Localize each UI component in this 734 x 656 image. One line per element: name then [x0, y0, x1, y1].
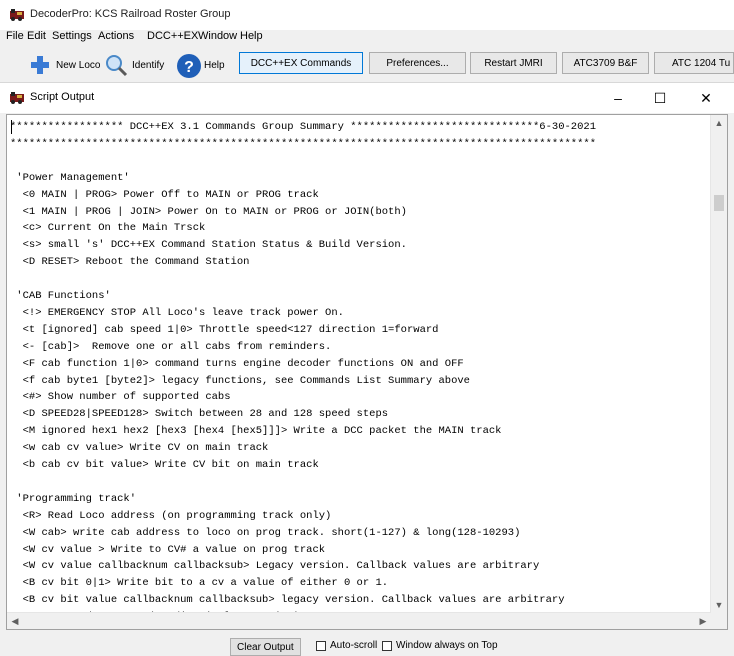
- checkbox-box[interactable]: [316, 640, 326, 651]
- output-line: <R> Read Loco address (on programming tr…: [10, 509, 332, 522]
- scroll-up-arrow-icon[interactable]: ▲: [711, 115, 727, 131]
- scroll-left-arrow-icon[interactable]: ◀: [7, 613, 23, 629]
- close-button[interactable]: ✕: [688, 87, 724, 109]
- output-line: <D SPEED28|SPEED128> Switch between 28 a…: [10, 408, 389, 421]
- bottom-controls: Clear Output Auto-scroll Window always o…: [0, 632, 734, 656]
- checkbox-box[interactable]: [382, 640, 392, 651]
- output-line: <M ignored hex1 hex2 [hex3 [hex4 [hex5]]…: [10, 425, 502, 438]
- output-line: <- [cab]> Remove one or all cabs from re…: [10, 340, 332, 353]
- menu-settings[interactable]: Settings: [52, 30, 92, 42]
- output-line: <D RESET> Reboot the Command Station: [10, 256, 250, 269]
- output-line: <B cv bit 0|1> Write bit to a cv a value…: [10, 577, 389, 590]
- auto-scroll-label: Auto-scroll: [330, 640, 378, 651]
- output-line: ****************************************…: [10, 137, 596, 150]
- new-loco-label: New Loco: [56, 59, 101, 71]
- scroll-right-arrow-icon[interactable]: ▶: [695, 613, 711, 629]
- output-line: <W cab> write cab address to loco on pro…: [10, 526, 521, 539]
- window-title: DecoderPro: KCS Railroad Roster Group: [30, 8, 231, 20]
- script-output-title-bar: Script Output – ☐ ✕: [0, 83, 734, 113]
- preferences-button[interactable]: Preferences...: [369, 52, 466, 74]
- dccex-commands-button[interactable]: DCC++EX Commands: [239, 52, 363, 74]
- svg-text:?: ?: [184, 59, 194, 76]
- output-line: <W cv value callbacknum callbacksub> Leg…: [10, 560, 540, 573]
- output-line: <f cab byte1 [byte2]> legacy functions, …: [10, 374, 470, 387]
- menu-window[interactable]: Window: [198, 30, 237, 42]
- scroll-down-arrow-icon[interactable]: ▼: [711, 597, 727, 613]
- output-line: <#> Show number of supported cabs: [10, 391, 231, 404]
- identify-button[interactable]: Identify: [104, 52, 164, 78]
- maximize-button[interactable]: ☐: [642, 87, 678, 109]
- jmri-app-icon: [10, 9, 24, 21]
- menu-edit[interactable]: Edit: [27, 30, 46, 42]
- script-output-title: Script Output: [30, 91, 95, 103]
- output-line: <F cab function 1|0> command turns engin…: [10, 357, 464, 370]
- always-on-top-checkbox[interactable]: Window always on Top: [382, 640, 498, 651]
- menu-file[interactable]: File: [6, 30, 24, 42]
- output-line: <!> EMERGENCY STOP All Loco's leave trac…: [10, 306, 344, 319]
- vertical-scrollbar[interactable]: ▲ ▼: [710, 115, 727, 613]
- output-line: <t [ignored] cab speed 1|0> Throttle spe…: [10, 323, 439, 336]
- output-line: <s> small 's' DCC++EX Command Station St…: [10, 239, 407, 252]
- restart-jmri-button[interactable]: Restart JMRI: [470, 52, 557, 74]
- output-line: <b cab cv bit value> Write CV bit on mai…: [10, 459, 319, 471]
- output-line: ****************** DCC++EX 3.1 Commands …: [10, 121, 596, 133]
- output-line: 'CAB Functions': [10, 290, 111, 302]
- scrollbar-corner: [711, 613, 727, 629]
- menu-actions[interactable]: Actions: [98, 30, 134, 42]
- menu-dccex[interactable]: DCC++EX: [147, 30, 198, 42]
- output-line: <W cv value > Write to CV# a value on pr…: [10, 543, 326, 556]
- help-button[interactable]: ? Help: [176, 52, 225, 78]
- identify-label: Identify: [132, 59, 165, 71]
- plus-icon: [28, 53, 52, 77]
- atc3709-button[interactable]: ATC3709 B&F: [562, 52, 649, 74]
- vertical-scroll-thumb[interactable]: [714, 195, 724, 211]
- jmri-app-icon: [10, 92, 24, 104]
- output-line: <B cv bit value callbacknum callbacksub>…: [10, 594, 565, 607]
- atc1204-button[interactable]: ATC 1204 Tu: [654, 52, 734, 74]
- output-line: 'Power Management': [10, 171, 130, 184]
- output-line: <1 MAIN | PROG | JOIN> Power On to MAIN …: [10, 205, 407, 218]
- output-line: <c> Current On the Main Trsck: [10, 222, 206, 235]
- help-label: Help: [204, 59, 225, 71]
- app-title-bar: DecoderPro: KCS Railroad Roster Group: [0, 0, 734, 30]
- new-loco-button[interactable]: New Loco: [28, 52, 100, 78]
- menu-help[interactable]: Help: [240, 30, 263, 42]
- clear-output-button[interactable]: Clear Output: [230, 638, 301, 656]
- magnifier-icon: [104, 53, 128, 77]
- minimize-button[interactable]: –: [600, 87, 636, 109]
- auto-scroll-checkbox[interactable]: Auto-scroll: [316, 640, 377, 651]
- menu-bar: File Edit Settings Actions DCC++EX Windo…: [0, 30, 734, 44]
- help-icon: ?: [176, 53, 201, 78]
- output-line: <0 MAIN | PROG> Power Off to MAIN or PRO…: [10, 188, 319, 201]
- output-line: <w cab cv value> Write CV on main track: [10, 442, 269, 455]
- output-text-area[interactable]: ****************** DCC++EX 3.1 Commands …: [8, 115, 711, 613]
- script-output-pane: ****************** DCC++EX 3.1 Commands …: [6, 114, 728, 630]
- output-line: 'Programming track': [10, 492, 137, 505]
- toolbar: New Loco Identify ? Help DCC++EX Command…: [0, 46, 734, 83]
- horizontal-scrollbar[interactable]: ◀ ▶: [7, 612, 711, 629]
- always-on-top-label: Window always on Top: [396, 640, 498, 651]
